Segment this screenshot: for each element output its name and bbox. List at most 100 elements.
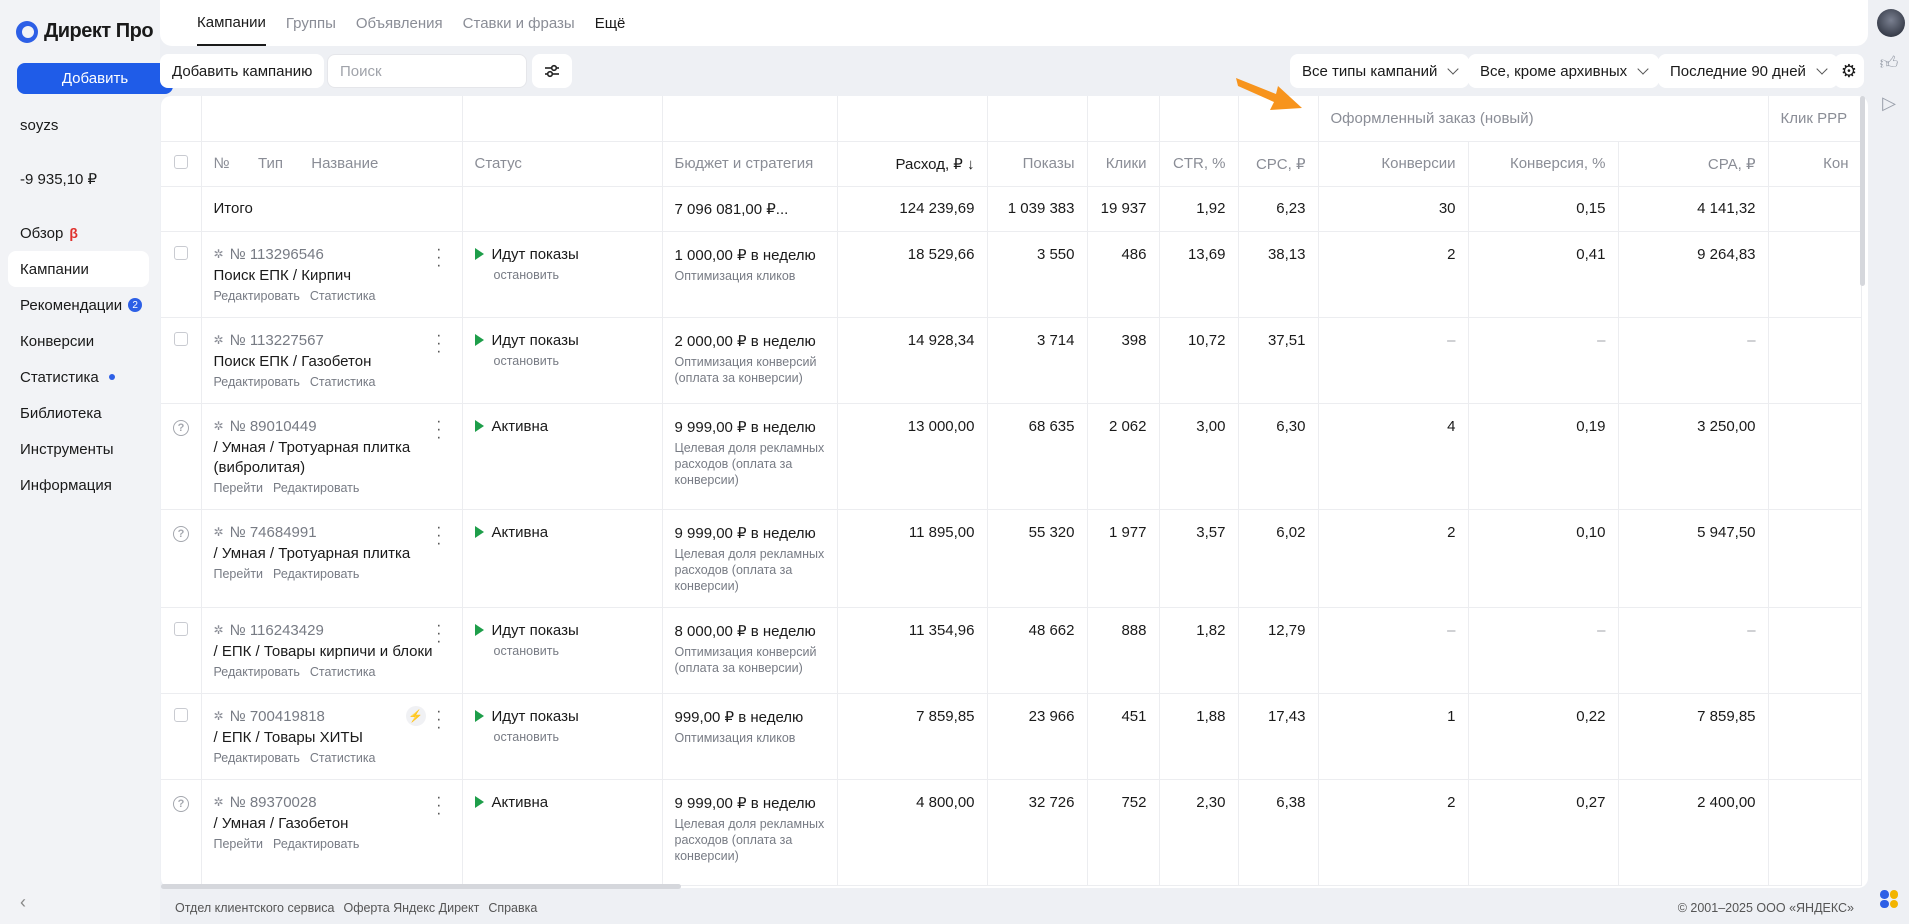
help-icon[interactable]: ?: [173, 419, 189, 436]
stop-link[interactable]: остановить: [494, 729, 650, 745]
col-header-cpa[interactable]: CPA, ₽: [1618, 141, 1769, 187]
sidebar-item-library[interactable]: Библиотека: [8, 395, 149, 431]
row-link-2[interactable]: Редактировать: [273, 481, 359, 495]
cell-conversion-rate: –: [1468, 317, 1619, 404]
add-button[interactable]: Добавить: [17, 63, 173, 94]
col-header-cpc[interactable]: CPC, ₽: [1238, 141, 1319, 187]
more-menu-icon[interactable]: · · ·: [436, 241, 441, 273]
row-link-2[interactable]: Статистика: [310, 751, 376, 765]
stop-link[interactable]: остановить: [494, 267, 650, 283]
table-row: ✲ № 116243429 / ЕПК / Товары кирпичи и бло…: [161, 607, 1862, 694]
col-header-ctr[interactable]: CTR, %: [1159, 141, 1239, 187]
horizontal-scrollbar[interactable]: [161, 884, 681, 889]
tab-campaigns[interactable]: Кампании: [197, 0, 266, 46]
archive-filter-select[interactable]: Все, кроме архивных: [1468, 54, 1660, 88]
col-header-conversion-rate[interactable]: Конверсия, %: [1468, 141, 1619, 187]
vertical-scrollbar[interactable]: [1860, 96, 1865, 286]
col-header-clicks[interactable]: Клики: [1087, 141, 1160, 187]
col-header-type[interactable]: Тип: [258, 155, 283, 172]
campaign-name[interactable]: Поиск ЕПК / Газобетон: [214, 352, 450, 372]
campaign-name[interactable]: / ЕПК / Товары ХИТЫ: [214, 728, 450, 748]
sidebar-item-campaigns[interactable]: Кампании: [8, 251, 149, 287]
row-link-1[interactable]: Редактировать: [214, 665, 300, 679]
row-link-1[interactable]: Редактировать: [214, 751, 300, 765]
avatar[interactable]: [1877, 9, 1905, 37]
campaign-type-select[interactable]: Все типы кампаний: [1290, 54, 1470, 88]
app-logo[interactable]: Директ Про: [16, 20, 154, 43]
stop-link[interactable]: остановить: [494, 643, 650, 659]
sidebar-item-conversions[interactable]: Конверсии: [8, 323, 149, 359]
search-input[interactable]: [327, 54, 527, 88]
total-conversion-rate: 0,15: [1468, 186, 1619, 232]
row-link-2[interactable]: Статистика: [310, 665, 376, 679]
sidebar-item-info[interactable]: Информация: [8, 467, 149, 503]
more-menu-icon[interactable]: · · ·: [436, 789, 441, 821]
sidebar-item-overview[interactable]: Обзор β: [8, 215, 149, 251]
lightning-icon[interactable]: ⚡: [405, 705, 426, 726]
row-checkbox[interactable]: [174, 707, 188, 722]
row-link-1[interactable]: Редактировать: [214, 289, 300, 303]
campaign-name[interactable]: Поиск ЕПК / Кирпич: [214, 266, 450, 286]
campaign-name[interactable]: / Умная / Газобетон: [214, 814, 450, 834]
sidebar-item-statistics[interactable]: Статистика: [8, 359, 149, 395]
footer-link-offer[interactable]: Оферта Яндекс Директ: [343, 901, 479, 915]
sidebar-item-label: Конверсии: [20, 332, 95, 350]
row-link-1[interactable]: Перейти: [214, 567, 264, 581]
play-circle-icon[interactable]: ▷: [1878, 92, 1900, 114]
row-link-2[interactable]: Статистика: [310, 375, 376, 389]
select-all-checkbox[interactable]: [174, 154, 188, 169]
account-balance[interactable]: -9 935,10 ₽: [20, 170, 97, 188]
tab-more[interactable]: Ещё: [595, 0, 626, 46]
row-link-1[interactable]: Перейти: [214, 481, 264, 495]
footer-link-help[interactable]: Справка: [488, 901, 537, 915]
tab-bids[interactable]: Ставки и фразы: [463, 0, 575, 46]
row-link-2[interactable]: Статистика: [310, 289, 376, 303]
col-header-conversions[interactable]: Конверсии: [1318, 141, 1469, 187]
sidebar-item-recommendations[interactable]: Рекомендации 2: [8, 287, 149, 323]
col-header-status[interactable]: Статус: [462, 141, 663, 187]
col-header-extra[interactable]: Кон: [1768, 141, 1862, 187]
chevron-down-icon: [1447, 63, 1460, 75]
more-menu-icon[interactable]: · · ·: [436, 519, 441, 551]
settings-button[interactable]: ⚙: [1834, 54, 1864, 88]
col-header-name[interactable]: Название: [311, 155, 378, 172]
campaign-name[interactable]: / ЕПК / Товары кирпичи и блоки: [214, 642, 450, 662]
col-header-impressions[interactable]: Показы: [987, 141, 1088, 187]
period-select[interactable]: Последние 90 дней: [1658, 54, 1838, 88]
stop-link[interactable]: остановить: [494, 353, 650, 369]
select-value: Все, кроме архивных: [1480, 62, 1628, 80]
cell-spend: 4 800,00: [837, 779, 988, 886]
campaign-name[interactable]: / Умная / Тротуарная плитка: [214, 544, 450, 564]
col-header-num[interactable]: №: [214, 155, 230, 172]
row-link-2[interactable]: Редактировать: [273, 567, 359, 581]
more-menu-icon[interactable]: · · ·: [436, 617, 441, 649]
yandex-apps-icon[interactable]: [1880, 890, 1898, 908]
tab-ads[interactable]: Объявления: [356, 0, 443, 46]
group-header-row: Оформленный заказ (новый) Клик РРР: [161, 96, 1862, 142]
sidebar-item-tools[interactable]: Инструменты: [8, 431, 149, 467]
more-menu-icon[interactable]: · · ·: [436, 703, 441, 735]
filter-settings-button[interactable]: [532, 54, 572, 88]
row-checkbox[interactable]: [174, 621, 188, 636]
row-link-1[interactable]: Перейти: [214, 837, 264, 851]
collapse-sidebar-icon[interactable]: ‹: [20, 892, 26, 913]
help-icon[interactable]: ?: [173, 795, 189, 812]
row-link-1[interactable]: Редактировать: [214, 375, 300, 389]
col-header-spend[interactable]: Расход, ₽ ↓: [837, 141, 988, 187]
row-link-2[interactable]: Редактировать: [273, 837, 359, 851]
tab-groups[interactable]: Группы: [286, 0, 336, 46]
footer-link-support[interactable]: Отдел клиентского сервиса: [175, 901, 334, 915]
more-menu-icon[interactable]: · · ·: [436, 327, 441, 359]
row-checkbox[interactable]: [174, 245, 188, 260]
total-cpa: 4 141,32: [1618, 186, 1769, 232]
more-menu-icon[interactable]: · · ·: [436, 413, 441, 445]
total-ctr: 1,92: [1159, 186, 1239, 232]
col-header-budget[interactable]: Бюджет и стратегия: [662, 141, 838, 187]
thumbs-up-icon[interactable]: 👍︎: [1878, 52, 1900, 74]
campaign-type-icon: ✲: [213, 709, 224, 723]
campaign-name[interactable]: / Умная / Тротуарная плитка (вибролитая): [214, 438, 450, 478]
row-checkbox[interactable]: [174, 331, 188, 346]
help-icon[interactable]: ?: [173, 525, 189, 542]
account-name[interactable]: soyzs: [20, 117, 58, 134]
add-campaign-button[interactable]: Добавить кампанию: [160, 54, 325, 88]
